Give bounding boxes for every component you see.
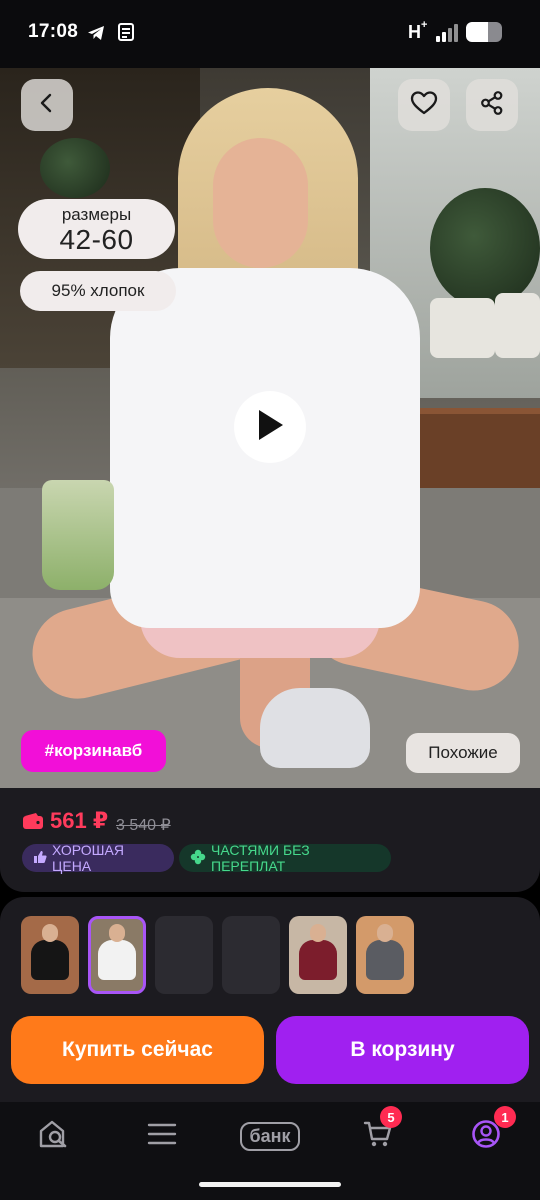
gallery-thumb-empty[interactable] <box>155 916 213 994</box>
nav-bank[interactable]: банк <box>236 1112 304 1160</box>
current-price: 561 ₽ <box>50 808 109 833</box>
gallery-thumb[interactable] <box>356 916 414 994</box>
nav-cart[interactable]: 5 <box>348 1106 408 1160</box>
network-type: H+ <box>408 19 428 42</box>
bank-icon: банк <box>240 1121 300 1151</box>
add-to-cart-button[interactable]: В корзину <box>276 1016 529 1084</box>
nav-profile[interactable]: 1 <box>456 1106 516 1160</box>
status-time: 17:08 <box>28 21 79 42</box>
installments-badge[interactable]: ЧАСТЯМИ БЕЗ ПЕРЕПЛАТ <box>179 842 391 874</box>
home-indicator[interactable] <box>199 1182 341 1187</box>
sizes-value: 42-60 <box>59 224 134 255</box>
nav-catalog[interactable] <box>132 1112 192 1160</box>
back-button[interactable] <box>21 79 73 131</box>
old-price: 3 540 ₽ <box>116 817 171 834</box>
catalog-icon <box>147 1122 177 1151</box>
gallery-thumb-empty[interactable] <box>222 916 280 994</box>
nav-home[interactable] <box>24 1112 84 1160</box>
favorite-button[interactable] <box>398 79 450 131</box>
share-button[interactable] <box>466 79 518 131</box>
cart-count-badge: 5 <box>380 1106 402 1128</box>
battery-icon <box>466 22 502 42</box>
thumbs-up-icon <box>33 850 47 867</box>
play-video-button[interactable] <box>234 391 306 463</box>
similar-button[interactable]: Похожие <box>406 733 520 773</box>
back-icon <box>36 92 58 119</box>
notes-icon <box>118 23 134 46</box>
share-icon <box>479 90 505 121</box>
buy-now-button[interactable]: Купить сейчас <box>11 1016 264 1084</box>
play-icon <box>255 408 285 447</box>
product-photo[interactable]: размеры 42-60 95% хлопок #корзинавб Похо… <box>0 68 540 788</box>
gallery-thumb-selected[interactable] <box>88 916 146 994</box>
signal-icon <box>436 24 460 42</box>
gallery-thumb[interactable] <box>289 916 347 994</box>
wallet-icon <box>22 812 44 835</box>
home-search-icon <box>38 1119 70 1154</box>
installments-label: ЧАСТЯМИ БЕЗ ПЕРЕПЛАТ <box>211 842 310 874</box>
gallery-thumb[interactable] <box>21 916 79 994</box>
sizes-label: размеры <box>61 205 132 224</box>
status-bar: 17:08 H+ <box>0 0 540 68</box>
action-bar: Купить сейчас В корзину <box>0 1009 540 1102</box>
heart-icon <box>410 90 438 121</box>
clover-icon <box>190 849 206 868</box>
material-pill: 95% хлопок <box>20 271 176 311</box>
bottom-nav: банк 5 1 <box>0 1102 540 1200</box>
sizes-pill: размеры 42-60 <box>18 199 175 259</box>
good-price-label: ХОРОШАЯ ЦЕНА <box>52 842 124 874</box>
profile-notification-badge: 1 <box>494 1106 516 1128</box>
good-price-badge[interactable]: ХОРОШАЯ ЦЕНА <box>22 842 174 874</box>
telegram-icon <box>86 23 106 48</box>
photo-gallery <box>0 897 540 1009</box>
price-block: 561 ₽ 3 540 ₽ ХОРОШАЯ ЦЕНА ЧАСТЯМИ БЕЗ П… <box>0 788 540 892</box>
hashtag-pill[interactable]: #корзинавб <box>21 730 166 772</box>
